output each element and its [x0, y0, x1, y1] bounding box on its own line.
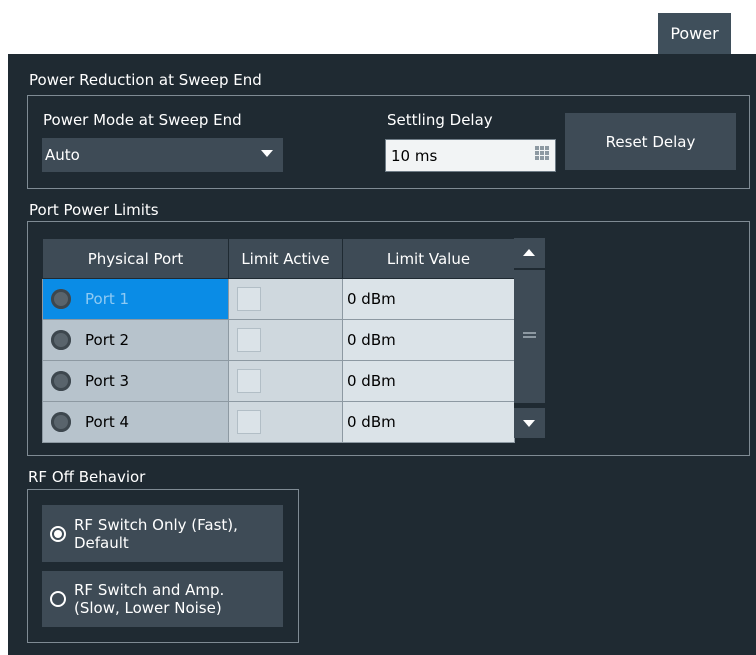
keypad-icon[interactable]: [535, 146, 549, 160]
power-mode-dropdown[interactable]: Auto: [42, 138, 283, 172]
port-cell[interactable]: Port 1: [42, 278, 229, 320]
grip-icon: [523, 336, 536, 338]
rf-switch-only-option[interactable]: RF Switch Only (Fast), Default: [42, 505, 283, 562]
port-power-limits-title: Port Power Limits: [29, 201, 159, 219]
port-status-icon: [51, 330, 71, 350]
table-row[interactable]: Port 4 0 dBm: [42, 401, 515, 443]
port-cell[interactable]: Port 4: [42, 401, 229, 443]
port-status-icon: [51, 371, 71, 391]
limit-active-checkbox[interactable]: [237, 287, 261, 311]
settling-delay-value: 10 ms: [391, 146, 438, 165]
limit-active-cell: [228, 278, 343, 320]
reset-delay-button[interactable]: Reset Delay: [565, 113, 736, 170]
radio-selected-icon: [50, 525, 66, 542]
table-row[interactable]: Port 1 0 dBm: [42, 278, 515, 320]
limit-active-checkbox[interactable]: [237, 328, 261, 352]
limit-value-cell[interactable]: 0 dBm: [342, 401, 515, 443]
chevron-up-icon: [523, 249, 535, 256]
port-status-icon: [51, 289, 71, 309]
table-header-row: Physical Port Limit Active Limit Value: [42, 238, 515, 279]
grip-icon: [523, 332, 536, 334]
radio-unselected-icon: [50, 591, 66, 607]
port-status-icon: [51, 412, 71, 432]
limit-value-cell[interactable]: 0 dBm: [342, 278, 515, 320]
limit-value-cell[interactable]: 0 dBm: [342, 360, 515, 402]
limit-value-cell[interactable]: 0 dBm: [342, 319, 515, 361]
port-name: Port 1: [85, 290, 130, 308]
table-row[interactable]: Port 2 0 dBm: [42, 319, 515, 361]
settling-delay-field[interactable]: 10 ms: [385, 139, 556, 172]
chevron-down-icon: [261, 150, 273, 157]
port-name: Port 4: [85, 413, 130, 431]
limit-active-checkbox[interactable]: [237, 369, 261, 393]
limit-active-cell: [228, 401, 343, 443]
rf-switch-and-amp-option[interactable]: RF Switch and Amp. (Slow, Lower Noise): [42, 571, 283, 627]
limit-active-cell: [228, 360, 343, 402]
port-limits-table: Physical Port Limit Active Limit Value P…: [42, 238, 515, 443]
power-mode-value: Auto: [45, 146, 80, 164]
column-header-physical-port[interactable]: Physical Port: [42, 238, 229, 279]
port-name: Port 2: [85, 331, 130, 349]
scrollbar-thumb[interactable]: [514, 270, 545, 403]
scroll-down-button[interactable]: [514, 408, 545, 438]
limit-active-cell: [228, 319, 343, 361]
rf-off-title: RF Off Behavior: [28, 468, 146, 486]
port-cell[interactable]: Port 2: [42, 319, 229, 361]
port-name: Port 3: [85, 372, 130, 390]
tab-power[interactable]: Power: [658, 13, 731, 54]
table-row[interactable]: Port 3 0 dBm: [42, 360, 515, 402]
port-cell[interactable]: Port 3: [42, 360, 229, 402]
chevron-down-icon: [523, 420, 535, 427]
option-label-line1: RF Switch and Amp.: [74, 581, 225, 599]
limit-active-checkbox[interactable]: [237, 410, 261, 434]
power-mode-label: Power Mode at Sweep End: [43, 111, 242, 129]
settling-delay-label: Settling Delay: [387, 111, 493, 129]
column-header-limit-active[interactable]: Limit Active: [228, 238, 343, 279]
option-label-line2: Default: [74, 533, 129, 552]
option-label-line1: RF Switch Only (Fast),: [74, 515, 238, 534]
column-header-limit-value[interactable]: Limit Value: [342, 238, 515, 279]
scroll-up-button[interactable]: [514, 238, 545, 268]
table-scrollbar[interactable]: [514, 238, 545, 438]
power-reduction-title: Power Reduction at Sweep End: [29, 71, 262, 89]
option-label-line2: (Slow, Lower Noise): [74, 599, 222, 617]
